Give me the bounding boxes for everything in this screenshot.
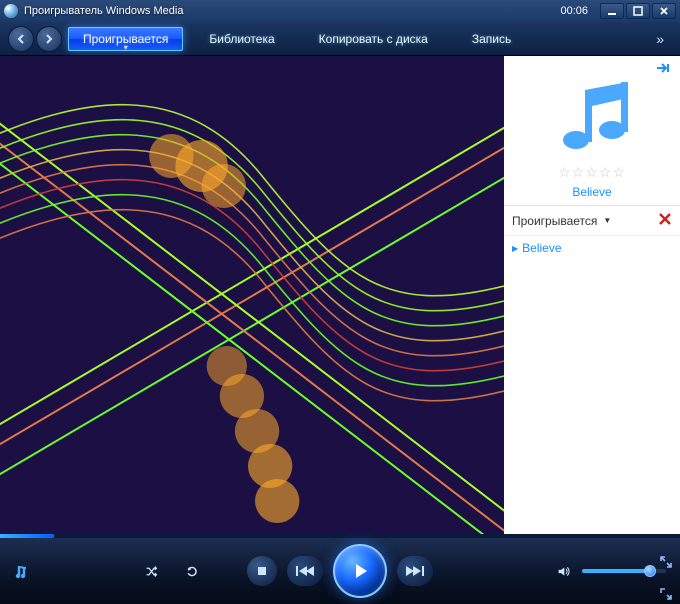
clear-playlist-x-icon[interactable] <box>658 212 672 229</box>
nav-back-button[interactable] <box>8 26 34 52</box>
playing-indicator-icon: ▶ <box>512 244 518 253</box>
next-button[interactable] <box>397 556 433 586</box>
shuffle-button[interactable] <box>140 560 162 582</box>
stop-button[interactable] <box>247 556 277 586</box>
tab-burn[interactable]: Запись <box>454 26 529 52</box>
chevron-down-icon[interactable]: ▼ <box>603 216 611 225</box>
playlist-item[interactable]: ▶ Believe <box>504 236 680 260</box>
hide-playlist-arrow-icon[interactable] <box>656 62 670 77</box>
playlist-header: Проигрывается ▼ <box>504 206 680 236</box>
tab-library[interactable]: Библиотека <box>191 26 292 52</box>
mute-button[interactable] <box>552 560 574 582</box>
tabbar: Проигрывается Библиотека Копировать с ди… <box>0 22 680 56</box>
switch-to-compact-icon[interactable] <box>14 562 32 580</box>
tab-rip[interactable]: Копировать с диска <box>301 26 446 52</box>
fullscreen-button[interactable] <box>658 554 674 570</box>
player-controls <box>0 538 680 604</box>
playlist-dropdown[interactable]: Проигрывается <box>512 214 597 228</box>
minimize-button[interactable] <box>600 3 624 19</box>
maximize-button[interactable] <box>626 3 650 19</box>
close-button[interactable] <box>652 3 676 19</box>
tab-now-playing[interactable]: Проигрывается <box>68 27 183 51</box>
playback-time: 00:06 <box>560 5 588 17</box>
play-button[interactable] <box>333 544 387 598</box>
visualization-pane <box>0 56 504 534</box>
repeat-button[interactable] <box>180 560 202 582</box>
window-title: Проигрыватель Windows Media <box>24 5 560 17</box>
titlebar: Проигрыватель Windows Media 00:06 <box>0 0 680 22</box>
nav-forward-button[interactable] <box>36 26 62 52</box>
now-playing-sidebar: ☆☆☆☆☆ Believe Проигрывается ▼ ▶ Believe <box>504 56 680 534</box>
compact-mode-button[interactable] <box>658 586 674 602</box>
rating-stars[interactable]: ☆☆☆☆☆ <box>558 164 626 181</box>
wmp-app-icon <box>4 4 18 18</box>
album-art-music-icon <box>546 68 638 160</box>
track-title-link[interactable]: Believe <box>572 185 611 199</box>
previous-button[interactable] <box>287 556 323 586</box>
sidebar-track-info: ☆☆☆☆☆ Believe <box>504 56 680 206</box>
content-area: ☆☆☆☆☆ Believe Проигрывается ▼ ▶ Believe <box>0 56 680 534</box>
playlist-item-label: Believe <box>522 241 561 255</box>
more-tabs-chevron-icon[interactable]: » <box>648 27 672 51</box>
transport-controls <box>247 544 433 598</box>
